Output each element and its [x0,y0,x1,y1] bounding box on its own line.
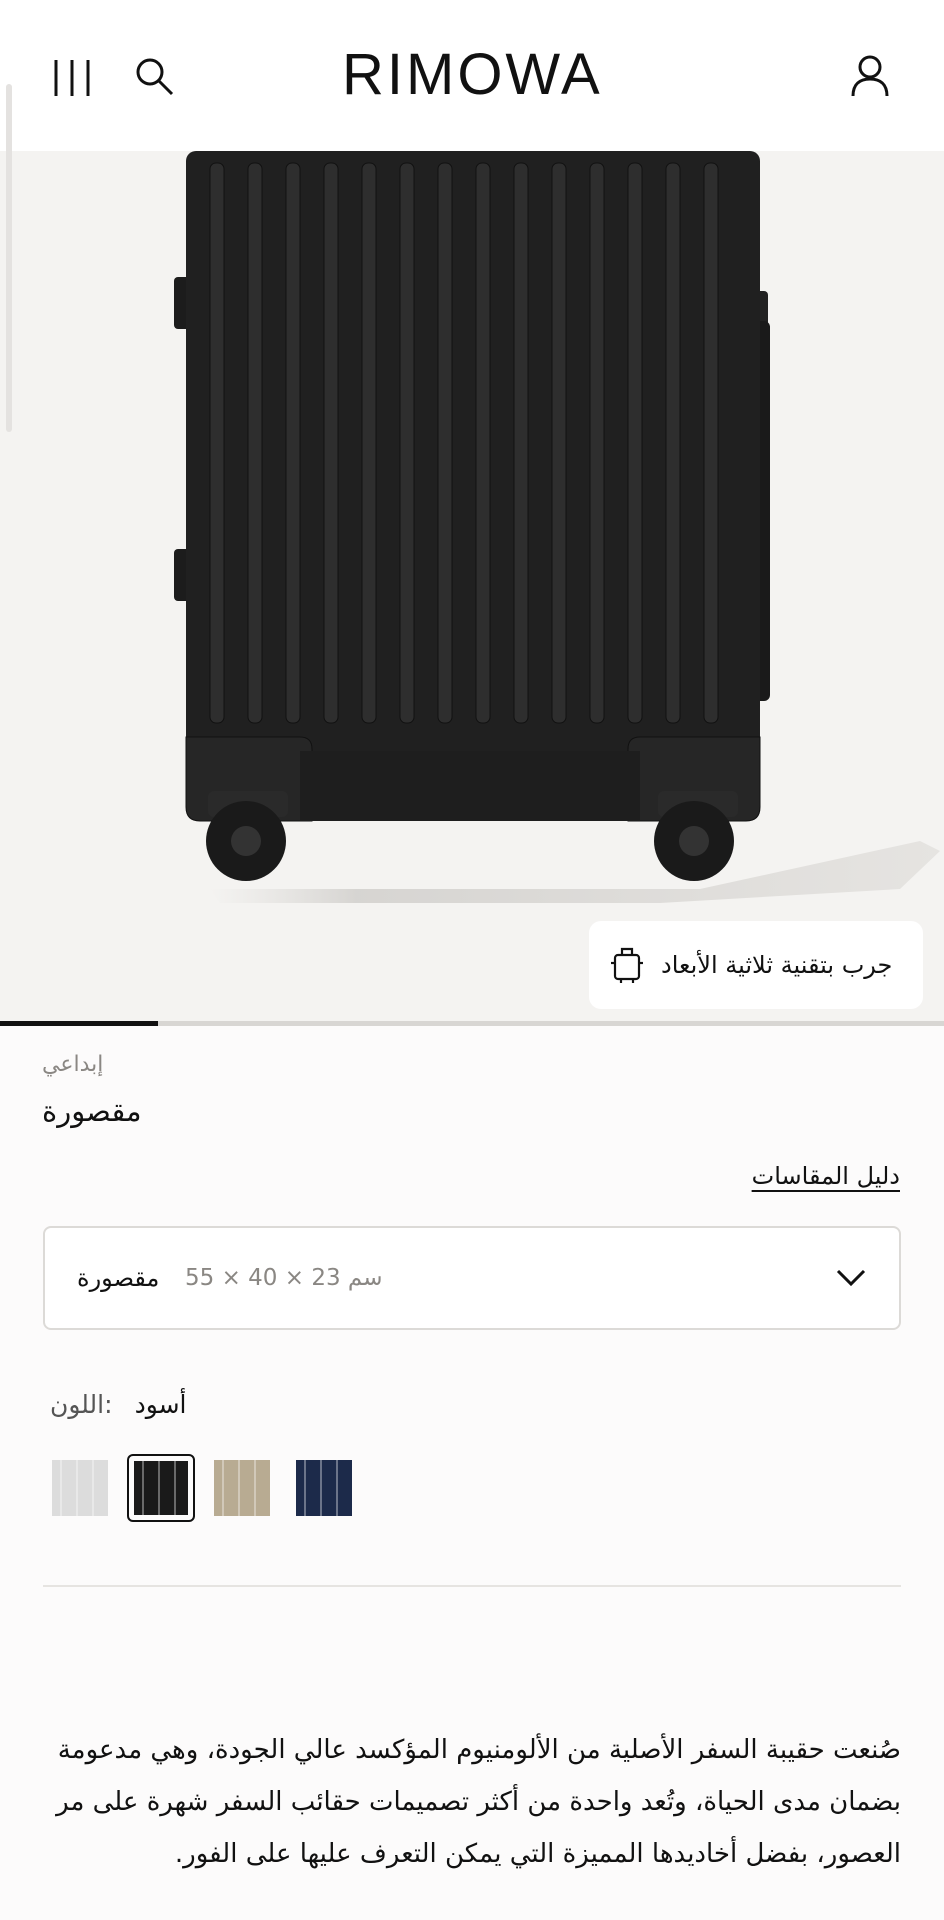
account-icon[interactable] [850,54,890,98]
gallery-progress [0,1021,944,1026]
suitcase-image [174,151,940,903]
product-gallery[interactable]: جرب بتقنية ثلاثية الأبعاد [0,151,944,1025]
suitcase-rib [551,162,567,724]
swatch-black[interactable] [127,1454,195,1522]
brand-logo[interactable]: RIMOWA [342,42,600,108]
product-title: مقصورة [42,1094,142,1128]
suitcase-rib [703,162,719,724]
suitcase-rib [361,162,377,724]
suitcase-rib [399,162,415,724]
suitcase-rib [475,162,491,724]
suitcase-rib [513,162,529,724]
size-select-name: مقصورة [77,1264,160,1292]
size-select-dimensions: 55 × 40 × 23 سم [185,1265,383,1291]
color-value: أسود [134,1390,187,1419]
try-3d-label: جرب بتقنية ثلاثية الأبعاد [661,951,893,979]
suitcase-rib [285,162,301,724]
swatch-navy[interactable] [296,1460,352,1516]
3d-suitcase-icon [611,947,643,983]
collection-name[interactable]: إبداعي [42,1052,342,1077]
chevron-down-icon [836,1269,866,1287]
try-3d-button[interactable]: جرب بتقنية ثلاثية الأبعاد [589,921,923,1009]
suitcase-rib [589,162,605,724]
suitcase-rib [627,162,643,724]
suitcase-rib [323,162,339,724]
section-divider [43,1585,901,1587]
search-icon[interactable] [134,56,176,98]
color-label: اللون: [50,1390,113,1419]
site-header: RIMOWA [0,0,944,151]
suitcase-rib [665,162,681,724]
color-row: اللون: أسود [50,1390,187,1424]
size-guide-link[interactable]: دليل المقاسات [620,1162,900,1190]
gallery-progress-fill [0,1021,158,1026]
size-select[interactable]: مقصورة 55 × 40 × 23 سم [43,1226,901,1330]
suitcase-rib [209,162,225,724]
swatch-titanium[interactable] [214,1460,270,1516]
product-description: صُنعت حقيبة السفر الأصلية من الألومنيوم … [56,1735,901,1869]
suitcase-rib [247,162,263,724]
scrollbar-thumb[interactable] [6,84,12,432]
swatch-silver[interactable] [52,1460,108,1516]
menu-icon[interactable] [52,58,92,98]
suitcase-rib [437,162,453,724]
